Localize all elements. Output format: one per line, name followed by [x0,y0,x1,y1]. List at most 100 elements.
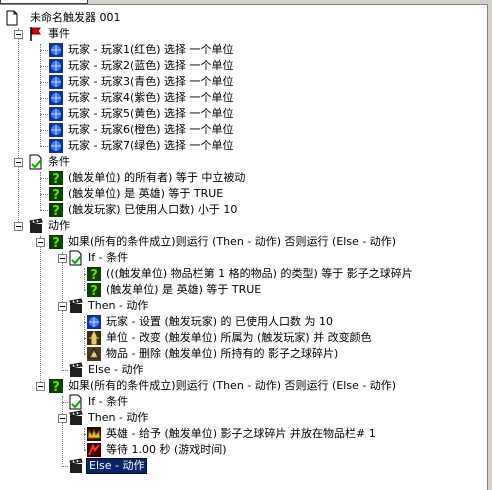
tree-line [40,98,48,99]
svg-text:?: ? [90,284,98,298]
question-icon: ? [48,234,64,251]
condition-text: (触发单位) 是 英雄) 等于 TRUE [68,187,224,200]
player-action-icon [86,314,102,330]
if-conditions-node[interactable]: If - 条件 [0,250,487,266]
clapper-icon [28,218,44,234]
event-text: 玩家 - 玩家7(绿色) 选择 一个单位 [68,139,234,152]
clapper-icon [68,458,84,474]
event-item[interactable]: 玩家 - 玩家4(紫色) 选择 一个单位 [0,90,487,106]
unit-icon [86,330,102,346]
condition-text: (((触发单位) 物品栏第 1 格的物品) 的类型) 等于 影子之球碎片 [106,267,413,280]
tree-line [40,114,48,115]
then-actions-label: Then - 动作 [88,299,149,312]
player-event-icon [48,138,64,154]
svg-text:?: ? [52,188,60,202]
svg-text:?: ? [52,204,60,218]
event-text: 玩家 - 玩家4(紫色) 选择 一个单位 [68,91,234,104]
if-then-else-text: 如果(所有的条件成立)则运行 (Then - 动作) 否则运行 (Else - … [68,379,397,392]
collapse-toggle[interactable] [14,30,23,39]
action-text: 物品 - 删除 (触发单位) 所持有的 影子之球碎片) [106,347,339,360]
else-actions-node[interactable]: Else - 动作 [0,458,487,474]
actions-node[interactable]: 动作 [0,218,487,234]
item-icon [86,346,102,362]
trigger-name: 未命名触发器 001 [30,11,121,24]
conditions-icon [28,154,44,170]
collapse-toggle[interactable] [58,414,67,423]
question-icon: ? [86,266,102,283]
event-item[interactable]: 玩家 - 玩家1(红色) 选择 一个单位 [0,42,487,58]
tree-line [40,66,48,67]
action-item[interactable]: 物品 - 删除 (触发单位) 所持有的 影子之球碎片) [0,346,487,362]
action-text: 等待 1.00 秒 (游戏时间) [106,443,227,456]
tree-line [40,146,48,147]
event-item[interactable]: 玩家 - 玩家2(蓝色) 选择 一个单位 [0,58,487,74]
events-node[interactable]: 事件 [0,26,487,42]
event-text: 玩家 - 玩家1(红色) 选择 一个单位 [68,43,234,56]
condition-item[interactable]: ? (触发单位) 是 英雄) 等于 TRUE [0,186,487,203]
question-icon: ? [86,282,102,299]
event-item[interactable]: 玩家 - 玩家5(黄色) 选择 一个单位 [0,106,487,122]
if-then-else-text: 如果(所有的条件成立)则运行 (Then - 动作) 否则运行 (Else - … [68,235,397,248]
svg-text:?: ? [52,172,60,186]
if-conditions-label: If - 条件 [88,251,129,264]
action-item[interactable]: 等待 1.00 秒 (游戏时间) [0,442,487,458]
then-actions-node[interactable]: Then - 动作 [0,410,487,426]
events-label: 事件 [48,27,70,40]
else-actions-node[interactable]: Else - 动作 [0,362,487,378]
event-item[interactable]: 玩家 - 玩家7(绿色) 选择 一个单位 [0,138,487,154]
trigger-tree: 未命名触发器 001 事件 玩家 - 玩家1(红色) 选择 一个单位 玩家 - … [0,4,487,490]
conditions-node[interactable]: 条件 [0,154,487,170]
condition-text: (触发单位) 是 英雄) 等于 TRUE [106,283,262,296]
collapse-toggle[interactable] [58,302,67,311]
event-text: 玩家 - 玩家2(蓝色) 选择 一个单位 [68,59,234,72]
svg-text:?: ? [52,236,60,250]
tree-line [40,130,48,131]
condition-item[interactable]: ? (触发玩家) 已使用人口数) 小于 10 [0,202,487,219]
tree-line [40,50,48,51]
action-item[interactable]: 英雄 - 给予 (触发单位) 影子之球碎片 并放在物品栏# 1 [0,426,487,442]
action-item[interactable]: 单位 - 改变 (触发单位) 所属为 (触发玩家) 并 改变颜色 [0,330,487,346]
question-icon: ? [48,378,64,395]
clapper-icon [68,298,84,314]
clapper-icon [68,410,84,426]
then-actions-node[interactable]: Then - 动作 [0,298,487,314]
event-text: 玩家 - 玩家3(青色) 选择 一个单位 [68,75,234,88]
collapse-toggle[interactable] [58,254,67,263]
question-icon: ? [48,186,64,203]
condition-item[interactable]: ? (触发单位) 的所有者) 等于 中立被动 [0,170,487,187]
player-event-icon [48,106,64,122]
collapse-toggle[interactable] [36,382,45,391]
player-event-icon [48,58,64,74]
tree-root[interactable]: 未命名触发器 001 [0,10,487,26]
action-item[interactable]: 玩家 - 设置 (触发玩家) 的 已使用人口数 为 10 [0,314,487,330]
event-item[interactable]: 玩家 - 玩家3(青色) 选择 一个单位 [0,74,487,90]
actions-label: 动作 [48,219,70,232]
if-then-else-node[interactable]: ? 如果(所有的条件成立)则运行 (Then - 动作) 否则运行 (Else … [0,378,487,395]
conditions-icon [68,250,84,266]
if-then-else-node[interactable]: ? 如果(所有的条件成立)则运行 (Then - 动作) 否则运行 (Else … [0,234,487,251]
tree-line [40,178,48,179]
conditions-label: 条件 [48,155,70,168]
event-item[interactable]: 玩家 - 玩家6(橙色) 选择 一个单位 [0,122,487,138]
collapse-toggle[interactable] [14,158,23,167]
event-text: 玩家 - 玩家5(黄色) 选择 一个单位 [68,107,234,120]
condition-item[interactable]: ? (((触发单位) 物品栏第 1 格的物品) 的类型) 等于 影子之球碎片 [0,266,487,283]
player-event-icon [48,74,64,90]
player-event-icon [48,42,64,58]
condition-item[interactable]: ? (触发单位) 是 英雄) 等于 TRUE [0,282,487,299]
then-actions-label: Then - 动作 [88,411,149,424]
document-icon [4,10,20,26]
condition-text: (触发玩家) 已使用人口数) 小于 10 [68,203,238,216]
collapse-toggle[interactable] [36,238,45,247]
if-conditions-label: If - 条件 [88,395,129,408]
tree-line [40,82,48,83]
else-actions-label: Else - 动作 [88,363,144,376]
scrollbar[interactable] [487,4,492,490]
conditions-icon [68,394,84,410]
action-text: 玩家 - 设置 (触发玩家) 的 已使用人口数 为 10 [106,315,334,328]
collapse-toggle[interactable] [14,222,23,231]
question-icon: ? [48,170,64,187]
if-conditions-node[interactable]: If - 条件 [0,394,487,410]
wait-icon [86,442,102,458]
action-text: 单位 - 改变 (触发单位) 所属为 (触发玩家) 并 改变颜色 [106,331,372,344]
